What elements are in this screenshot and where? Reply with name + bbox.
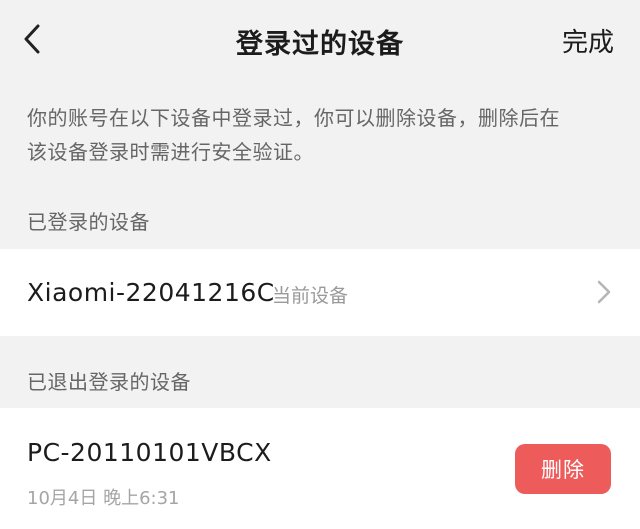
logged-in-section-label: 已登录的设备 xyxy=(27,210,150,234)
description-text: 你的账号在以下设备中登录过，你可以删除设备，删除后在 该设备登录时需进行安全验证… xyxy=(27,101,617,169)
current-device-tag: 当前设备 xyxy=(272,285,349,307)
logged-out-section-label: 已退出登录的设备 xyxy=(27,370,191,394)
logged-out-device-row: PC-20110101VBCX 10月4日 晚上6:31 删除 xyxy=(0,408,640,529)
description-line-1: 你的账号在以下设备中登录过，你可以删除设备，删除后在 xyxy=(27,106,560,130)
top-navigation-bar: 登录过的设备 完成 xyxy=(0,0,640,78)
last-login-time: 10月4日 晚上6:31 xyxy=(27,488,180,509)
page-title: 登录过的设备 xyxy=(236,29,404,60)
description-line-2: 该设备登录时需进行安全验证。 xyxy=(27,140,314,164)
device-name: Xiaomi-22041216C xyxy=(27,278,275,307)
current-device-row[interactable]: Xiaomi-22041216C 当前设备 xyxy=(0,249,640,336)
device-name: PC-20110101VBCX xyxy=(27,438,272,467)
done-button[interactable]: 完成 xyxy=(562,22,614,59)
chevron-right-icon xyxy=(597,280,611,304)
delete-button[interactable]: 删除 xyxy=(515,444,611,494)
